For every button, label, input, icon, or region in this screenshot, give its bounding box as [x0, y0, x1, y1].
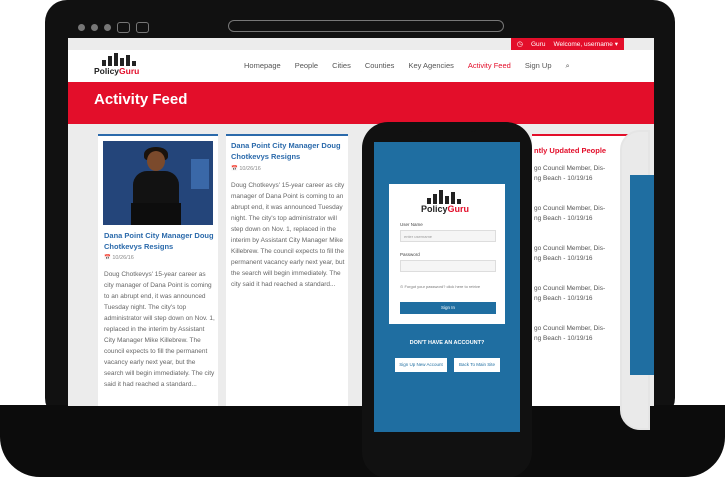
search-icon[interactable]: ⌕	[566, 61, 570, 71]
login-form: PolicyGuru User Name enter username Pass…	[389, 184, 505, 324]
address-bar[interactable]	[228, 20, 504, 32]
page-title: Activity Feed	[94, 91, 188, 108]
forgot-password-link[interactable]: ⊙ Forgot your password? click here to re…	[400, 284, 480, 289]
card-body: Doug Chotkevys' 15-year career as city m…	[231, 182, 345, 288]
sign-up-button[interactable]: Sign Up New Account	[395, 358, 447, 372]
skyline-icon	[427, 190, 461, 204]
password-field[interactable]	[400, 260, 496, 272]
user-label[interactable]: Guru	[531, 41, 545, 48]
tab-icon[interactable]	[117, 22, 130, 33]
card-body: Doug Chotkevys' 15-year career as city m…	[104, 271, 215, 388]
user-strip: ◷ Guru Welcome, username ▾	[510, 38, 624, 50]
nav-people[interactable]: People	[295, 61, 318, 71]
username-field[interactable]: enter username	[400, 230, 496, 242]
password-label: Password	[400, 252, 420, 257]
sign-in-button[interactable]: Sign In	[400, 302, 496, 314]
tab-icon[interactable]	[136, 22, 149, 33]
list-item[interactable]: go Council Member, Dis-	[534, 164, 632, 174]
nav-activity-feed[interactable]: Activity Feed	[468, 61, 511, 71]
panel-title: ntly Updated People	[534, 146, 607, 155]
navbar: PolicyGuru Homepage People Cities Counti…	[68, 50, 654, 82]
background-phone-screen	[630, 175, 654, 375]
list-item[interactable]: go Council Member, Dis-	[534, 324, 632, 334]
list-item: ng Beach - 10/19/16	[534, 255, 593, 262]
main-nav: Homepage People Cities Counties Key Agen…	[244, 61, 570, 71]
nav-counties[interactable]: Counties	[365, 61, 395, 71]
nav-sign-up[interactable]: Sign Up	[525, 61, 552, 71]
nav-homepage[interactable]: Homepage	[244, 61, 281, 71]
card-title[interactable]: Dana Point City Manager Doug Chotkevys R…	[231, 140, 347, 162]
list-item: ng Beach - 10/19/16	[534, 335, 593, 342]
username-label: User Name	[400, 222, 423, 227]
card-title[interactable]: Dana Point City Manager Doug Chotkevys R…	[104, 230, 214, 252]
list-item[interactable]: go Council Member, Dis-	[534, 204, 632, 214]
list-item: ng Beach - 10/19/16	[534, 295, 593, 302]
window-dot[interactable]	[91, 24, 98, 31]
mobile-logo: PolicyGuru	[419, 190, 479, 218]
feed-content: Dana Point City Manager Doug Chotkevys R…	[68, 124, 654, 406]
window-dot[interactable]	[104, 24, 111, 31]
back-to-site-button[interactable]: Back To Main Site	[454, 358, 500, 372]
clock-icon[interactable]: ◷	[517, 40, 523, 48]
skyline-icon	[102, 53, 136, 66]
recently-updated-panel: ntly Updated People go Council Member, D…	[532, 134, 632, 406]
list-item[interactable]: go Council Member, Dis-	[534, 284, 632, 294]
list-item[interactable]: go Council Member, Dis-	[534, 244, 632, 254]
page-banner: Activity Feed	[68, 82, 654, 124]
feed-card[interactable]: Dana Point City Manager Doug Chotkevys R…	[98, 134, 218, 406]
list-item: ng Beach - 10/19/16	[534, 215, 593, 222]
news-photo[interactable]	[103, 141, 213, 225]
window-dot[interactable]	[78, 24, 85, 31]
device-mockup: ◷ Guru Welcome, username ▾ PolicyGuru Ho…	[0, 0, 725, 477]
logo[interactable]: PolicyGuru	[94, 53, 150, 79]
phone-screen: PolicyGuru User Name enter username Pass…	[374, 142, 520, 432]
nav-key-agencies[interactable]: Key Agencies	[408, 61, 453, 71]
list-item: ng Beach - 10/19/16	[534, 175, 593, 182]
window-controls	[78, 22, 149, 33]
laptop-screen: ◷ Guru Welcome, username ▾ PolicyGuru Ho…	[68, 38, 654, 406]
phone-notch	[415, 122, 479, 132]
card-date: 📅 10/26/16	[104, 255, 134, 261]
nav-cities[interactable]: Cities	[332, 61, 351, 71]
feed-card[interactable]: Dana Point City Manager Doug Chotkevys R…	[226, 134, 348, 406]
logo-text: PolicyGuru	[421, 204, 470, 214]
logo-text: PolicyGuru	[94, 66, 140, 76]
phone-frame: PolicyGuru User Name enter username Pass…	[362, 122, 532, 477]
welcome-menu[interactable]: Welcome, username ▾	[553, 40, 618, 48]
no-account-heading: DON'T HAVE AN ACCOUNT?	[409, 340, 485, 346]
card-date: 📅 10/26/16	[231, 166, 261, 172]
